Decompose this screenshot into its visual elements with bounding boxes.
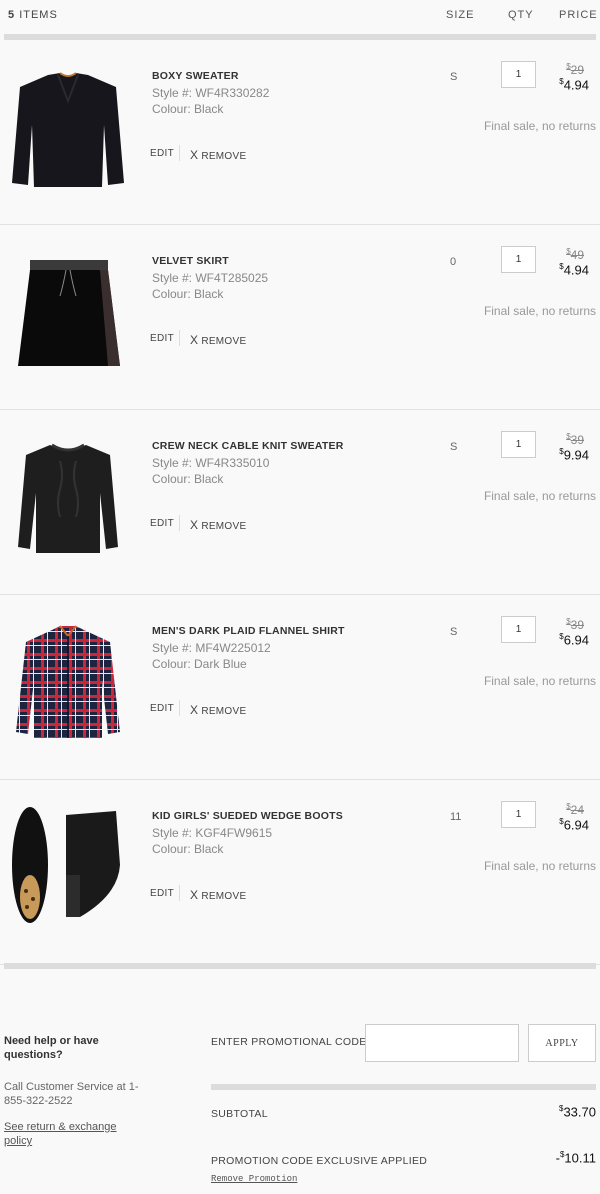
close-icon: X (190, 888, 199, 902)
item-size: S (450, 71, 458, 83)
final-sale-note: Final sale, no returns (483, 119, 596, 133)
subtotal-value: $33.70 (559, 1104, 596, 1120)
sale-price: $9.94 (559, 447, 589, 463)
edit-button[interactable]: EDIT (150, 518, 174, 529)
close-icon: X (190, 703, 199, 717)
customer-service-phone: Call Customer Service at 1-855-322-2522 (4, 1081, 139, 1107)
remove-button[interactable]: X REMOVE (190, 888, 246, 902)
quantity-input[interactable] (501, 801, 536, 828)
item-name[interactable]: MEN'S DARK PLAID FLANNEL SHIRT (152, 625, 345, 637)
original-price: $39 (566, 617, 584, 632)
remove-button[interactable]: X REMOVE (190, 518, 246, 532)
action-separator (179, 515, 180, 531)
item-colour: Colour: Dark Blue (152, 657, 247, 671)
action-separator (179, 145, 180, 161)
items-divider (4, 963, 596, 969)
help-section: Need help or have questions? Call Custom… (4, 1034, 144, 1148)
edit-button[interactable]: EDIT (150, 148, 174, 159)
cart-item: MEN'S DARK PLAID FLANNEL SHIRT Style #: … (0, 595, 600, 780)
item-size: 0 (450, 256, 457, 268)
item-colour: Colour: Black (152, 102, 224, 116)
promo-code-label: ENTER PROMOTIONAL CODE (211, 1036, 367, 1048)
remove-button[interactable]: X REMOVE (190, 703, 246, 717)
cart-header: 5 ITEMS SIZE QTY PRICE (0, 0, 600, 32)
item-name[interactable]: KID GIRLS' SUEDED WEDGE BOOTS (152, 810, 343, 822)
item-style-number: Style #: WF4T285025 (152, 271, 269, 285)
original-price: $24 (566, 802, 584, 817)
edit-button[interactable]: EDIT (150, 333, 174, 344)
return-policy-link[interactable]: See return & exchange policy (4, 1120, 144, 1148)
close-icon: X (190, 333, 199, 347)
quantity-input[interactable] (501, 61, 536, 88)
item-count: 5 ITEMS (8, 9, 58, 21)
edit-button[interactable]: EDIT (150, 703, 174, 714)
remove-button[interactable]: X REMOVE (190, 333, 246, 347)
close-icon: X (190, 518, 199, 532)
sale-price: $4.94 (559, 262, 589, 278)
item-colour: Colour: Black (152, 842, 224, 856)
item-size: S (450, 441, 458, 453)
remove-promotion-link[interactable]: Remove Promotion (211, 1174, 297, 1184)
skirt-image[interactable] (8, 250, 128, 380)
item-style-number: Style #: MF4W225012 (152, 641, 271, 655)
promo-applied-label: PROMOTION CODE EXCLUSIVE APPLIED (211, 1155, 428, 1167)
original-price: $29 (566, 62, 584, 77)
original-price: $49 (566, 247, 584, 262)
action-separator (179, 700, 180, 716)
final-sale-note: Final sale, no returns (483, 859, 596, 873)
remove-button[interactable]: X REMOVE (190, 148, 246, 162)
apply-promo-button[interactable]: APPLY (528, 1024, 596, 1062)
boots-image[interactable] (8, 805, 128, 935)
close-icon: X (190, 148, 199, 162)
qty-column-header: QTY (508, 9, 534, 21)
cart-item: BOXY SWEATER Style #: WF4R330282 Colour:… (0, 40, 600, 225)
action-separator (179, 330, 180, 346)
help-question: Need help or have questions? (4, 1035, 99, 1061)
quantity-input[interactable] (501, 431, 536, 458)
cart-item: CREW NECK CABLE KNIT SWEATER Style #: WF… (0, 410, 600, 595)
cable-sweater-image[interactable] (8, 435, 128, 565)
original-price: $39 (566, 432, 584, 447)
action-separator (179, 885, 180, 901)
item-colour: Colour: Black (152, 472, 224, 486)
promo-code-input[interactable] (365, 1024, 519, 1062)
final-sale-note: Final sale, no returns (483, 304, 596, 318)
promo-discount-value: -$10.11 (555, 1150, 596, 1166)
item-style-number: Style #: WF4R330282 (152, 86, 270, 100)
plaid-shirt-image[interactable] (8, 620, 128, 750)
item-name[interactable]: CREW NECK CABLE KNIT SWEATER (152, 440, 343, 452)
sale-price: $6.94 (559, 632, 589, 648)
item-colour: Colour: Black (152, 287, 224, 301)
item-size: S (450, 626, 458, 638)
sale-price: $4.94 (559, 77, 589, 93)
size-column-header: SIZE (446, 9, 475, 21)
price-column-header: PRICE (559, 9, 598, 21)
subtotal-label: SUBTOTAL (211, 1108, 268, 1120)
item-style-number: Style #: WF4R335010 (152, 456, 270, 470)
item-name[interactable]: BOXY SWEATER (152, 70, 239, 82)
summary-divider (211, 1084, 596, 1090)
quantity-input[interactable] (501, 246, 536, 273)
item-style-number: Style #: KGF4FW9615 (152, 826, 273, 840)
sale-price: $6.94 (559, 817, 589, 833)
item-name[interactable]: VELVET SKIRT (152, 255, 229, 267)
final-sale-note: Final sale, no returns (483, 489, 596, 503)
item-size: 11 (450, 811, 462, 823)
sweater-image[interactable] (8, 65, 128, 195)
cart-item: VELVET SKIRT Style #: WF4T285025 Colour:… (0, 225, 600, 410)
final-sale-note: Final sale, no returns (483, 674, 596, 688)
cart-item: KID GIRLS' SUEDED WEDGE BOOTS Style #: K… (0, 780, 600, 965)
edit-button[interactable]: EDIT (150, 888, 174, 899)
quantity-input[interactable] (501, 616, 536, 643)
